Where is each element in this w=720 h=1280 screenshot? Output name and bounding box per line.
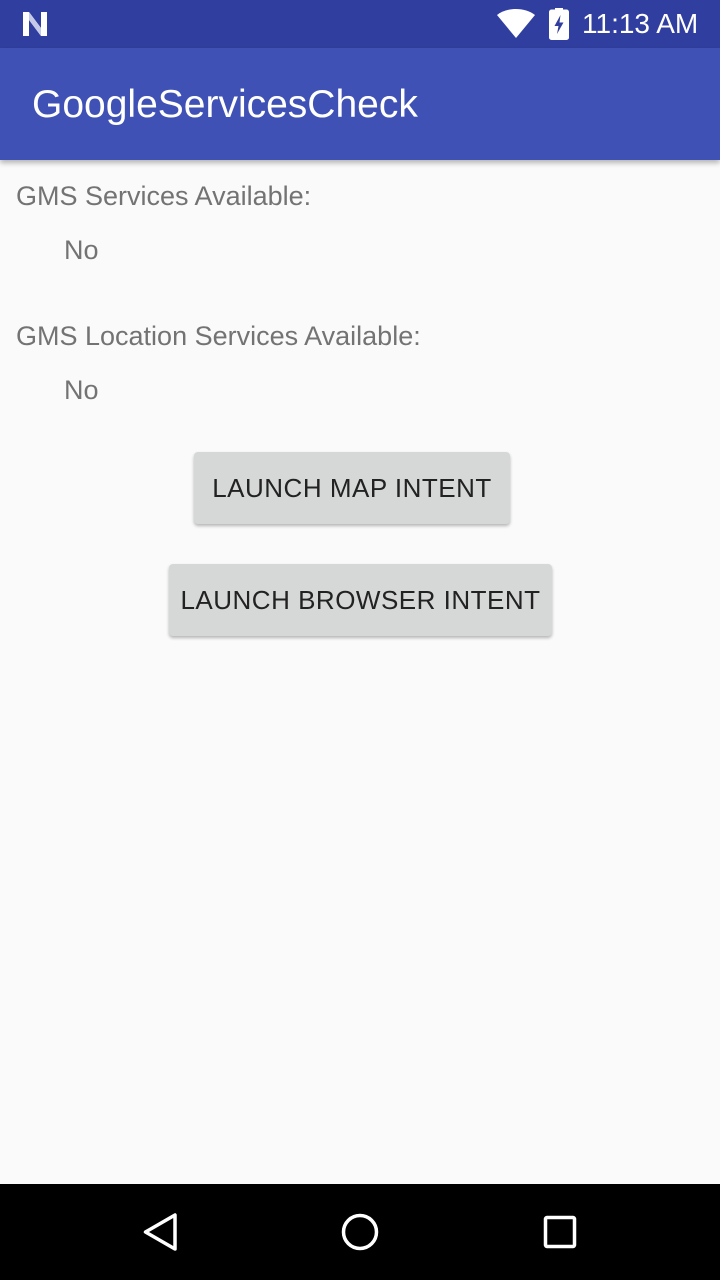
battery-charging-icon [549, 8, 569, 40]
screen: 11:13 AM GoogleServicesCheck GMS Service… [0, 0, 720, 1280]
launch-map-intent-button[interactable]: LAUNCH MAP INTENT [194, 452, 510, 524]
status-bar: 11:13 AM [0, 0, 720, 48]
main-content: GMS Services Available: No GMS Location … [0, 160, 720, 1184]
gms-services-value: No [64, 235, 99, 265]
back-icon[interactable] [136, 1208, 184, 1256]
status-clock: 11:13 AM [582, 8, 699, 39]
launch-browser-intent-button[interactable]: LAUNCH BROWSER INTENT [169, 564, 552, 636]
notification-n-icon [23, 12, 47, 36]
app-bar: GoogleServicesCheck [0, 48, 720, 160]
gms-location-label: GMS Location Services Available: [16, 321, 421, 351]
navigation-bar [0, 1184, 720, 1280]
recents-icon[interactable] [536, 1208, 584, 1256]
home-icon[interactable] [336, 1208, 384, 1256]
gms-location-value: No [64, 375, 99, 405]
app-title: GoogleServicesCheck [32, 83, 418, 126]
wifi-icon [497, 9, 535, 38]
gms-services-label: GMS Services Available: [16, 181, 312, 211]
